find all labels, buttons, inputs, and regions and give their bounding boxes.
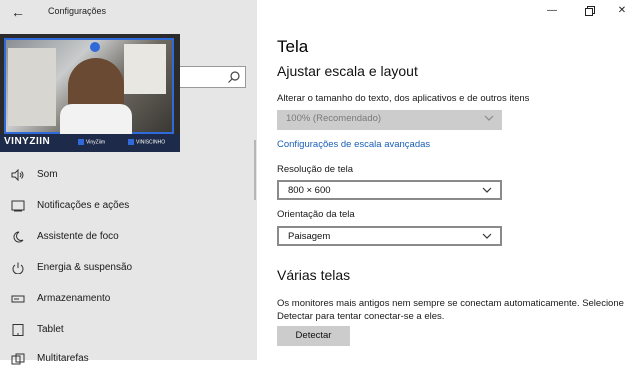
sidebar-item-label: Multitarefas (37, 353, 89, 364)
tablet-icon (12, 324, 24, 336)
close-icon: ✕ (617, 5, 627, 16)
storage-icon (11, 295, 25, 303)
sidebar-item-label: Tablet (37, 324, 64, 335)
detect-button[interactable]: Detectar (277, 326, 350, 346)
resolution-value: 800 × 600 (288, 185, 331, 196)
sidebar: ← Configurações VINYZIIN VinyZiim VINISC… (0, 0, 257, 365)
scale-dropdown: 100% (Recomendado) (277, 110, 502, 130)
close-button[interactable]: ✕ (607, 2, 637, 20)
webcam-video (4, 38, 174, 136)
social-icon (78, 139, 84, 145)
titlebar-right: — ✕ (257, 0, 640, 22)
webcam-tag-1: VinyZiim (78, 139, 105, 145)
maximize-icon (585, 6, 595, 16)
speaker-icon (11, 169, 24, 181)
multi-display-text: Os monitores mais antigos nem sempre se … (277, 298, 624, 322)
orientation-label: Orientação da tela (277, 209, 355, 220)
webcam-background-shelf-right (124, 44, 166, 94)
multitask-icon (11, 353, 25, 365)
orientation-dropdown[interactable]: Paisagem (277, 226, 502, 246)
scale-heading: Ajustar escala e layout (277, 63, 418, 79)
webcam-tag-2: VINISCINHO (128, 139, 165, 145)
sidebar-item-label: Energia & suspensão (37, 262, 133, 273)
chevron-down-icon (482, 187, 492, 193)
webcam-tag-1-text: VinyZiim (86, 139, 106, 146)
app-title: Configurações (48, 6, 107, 16)
resolution-dropdown[interactable]: 800 × 600 (277, 180, 502, 200)
titlebar-left: ← Configurações (0, 0, 257, 24)
sidebar-item-armazenamento[interactable]: Armazenamento (0, 287, 257, 311)
webcam-background-shelf (8, 48, 56, 126)
back-arrow-icon: ← (11, 4, 25, 20)
chevron-down-icon (484, 115, 494, 121)
sidebar-item-energia[interactable]: Energia & suspensão (0, 256, 257, 280)
webcam-badge-icon (90, 42, 100, 52)
scale-label: Alterar o tamanho do texto, dos aplicati… (277, 93, 530, 104)
webcam-person-shirt (60, 104, 132, 134)
webcam-tag-2-text: VINISCINHO (136, 139, 166, 146)
webcam-overlay: VINYZIIN VinyZiim VINISCINHO (0, 34, 180, 152)
webcam-nameplate: VINYZIIN VinyZiim VINISCINHO (0, 134, 180, 152)
sidebar-item-notificacoes[interactable]: Notificações e ações (0, 194, 257, 218)
minimize-button[interactable]: — (537, 2, 567, 20)
notification-icon (11, 200, 25, 212)
sidebar-item-assistente-foco[interactable]: Assistente de foco (0, 225, 257, 249)
power-icon (12, 262, 24, 274)
sidebar-item-label: Armazenamento (37, 293, 111, 304)
minimize-icon: — (547, 5, 557, 16)
sidebar-item-label: Som (37, 169, 58, 180)
sidebar-item-label: Assistente de foco (37, 231, 119, 242)
resolution-label: Resolução de tela (277, 164, 354, 175)
scale-value: 100% (Recomendado) (286, 113, 382, 124)
orientation-value: Paisagem (288, 231, 331, 242)
chevron-down-icon (482, 233, 492, 239)
search-icon (228, 71, 240, 83)
moon-icon (13, 231, 24, 243)
social-icon (128, 139, 134, 145)
sidebar-item-multitarefas[interactable]: Multitarefas (0, 347, 257, 371)
page-title: Tela (277, 37, 309, 56)
sidebar-item-label: Notificações e ações (37, 200, 130, 211)
maximize-button[interactable] (575, 2, 605, 20)
sidebar-item-tablet[interactable]: Tablet (0, 318, 257, 342)
back-button[interactable]: ← (8, 2, 28, 22)
webcam-name: VINYZIIN (4, 136, 51, 147)
advanced-scale-link[interactable]: Configurações de escala avançadas (277, 139, 430, 150)
sidebar-item-som[interactable]: Som (0, 163, 257, 187)
multi-display-heading: Várias telas (277, 267, 351, 283)
